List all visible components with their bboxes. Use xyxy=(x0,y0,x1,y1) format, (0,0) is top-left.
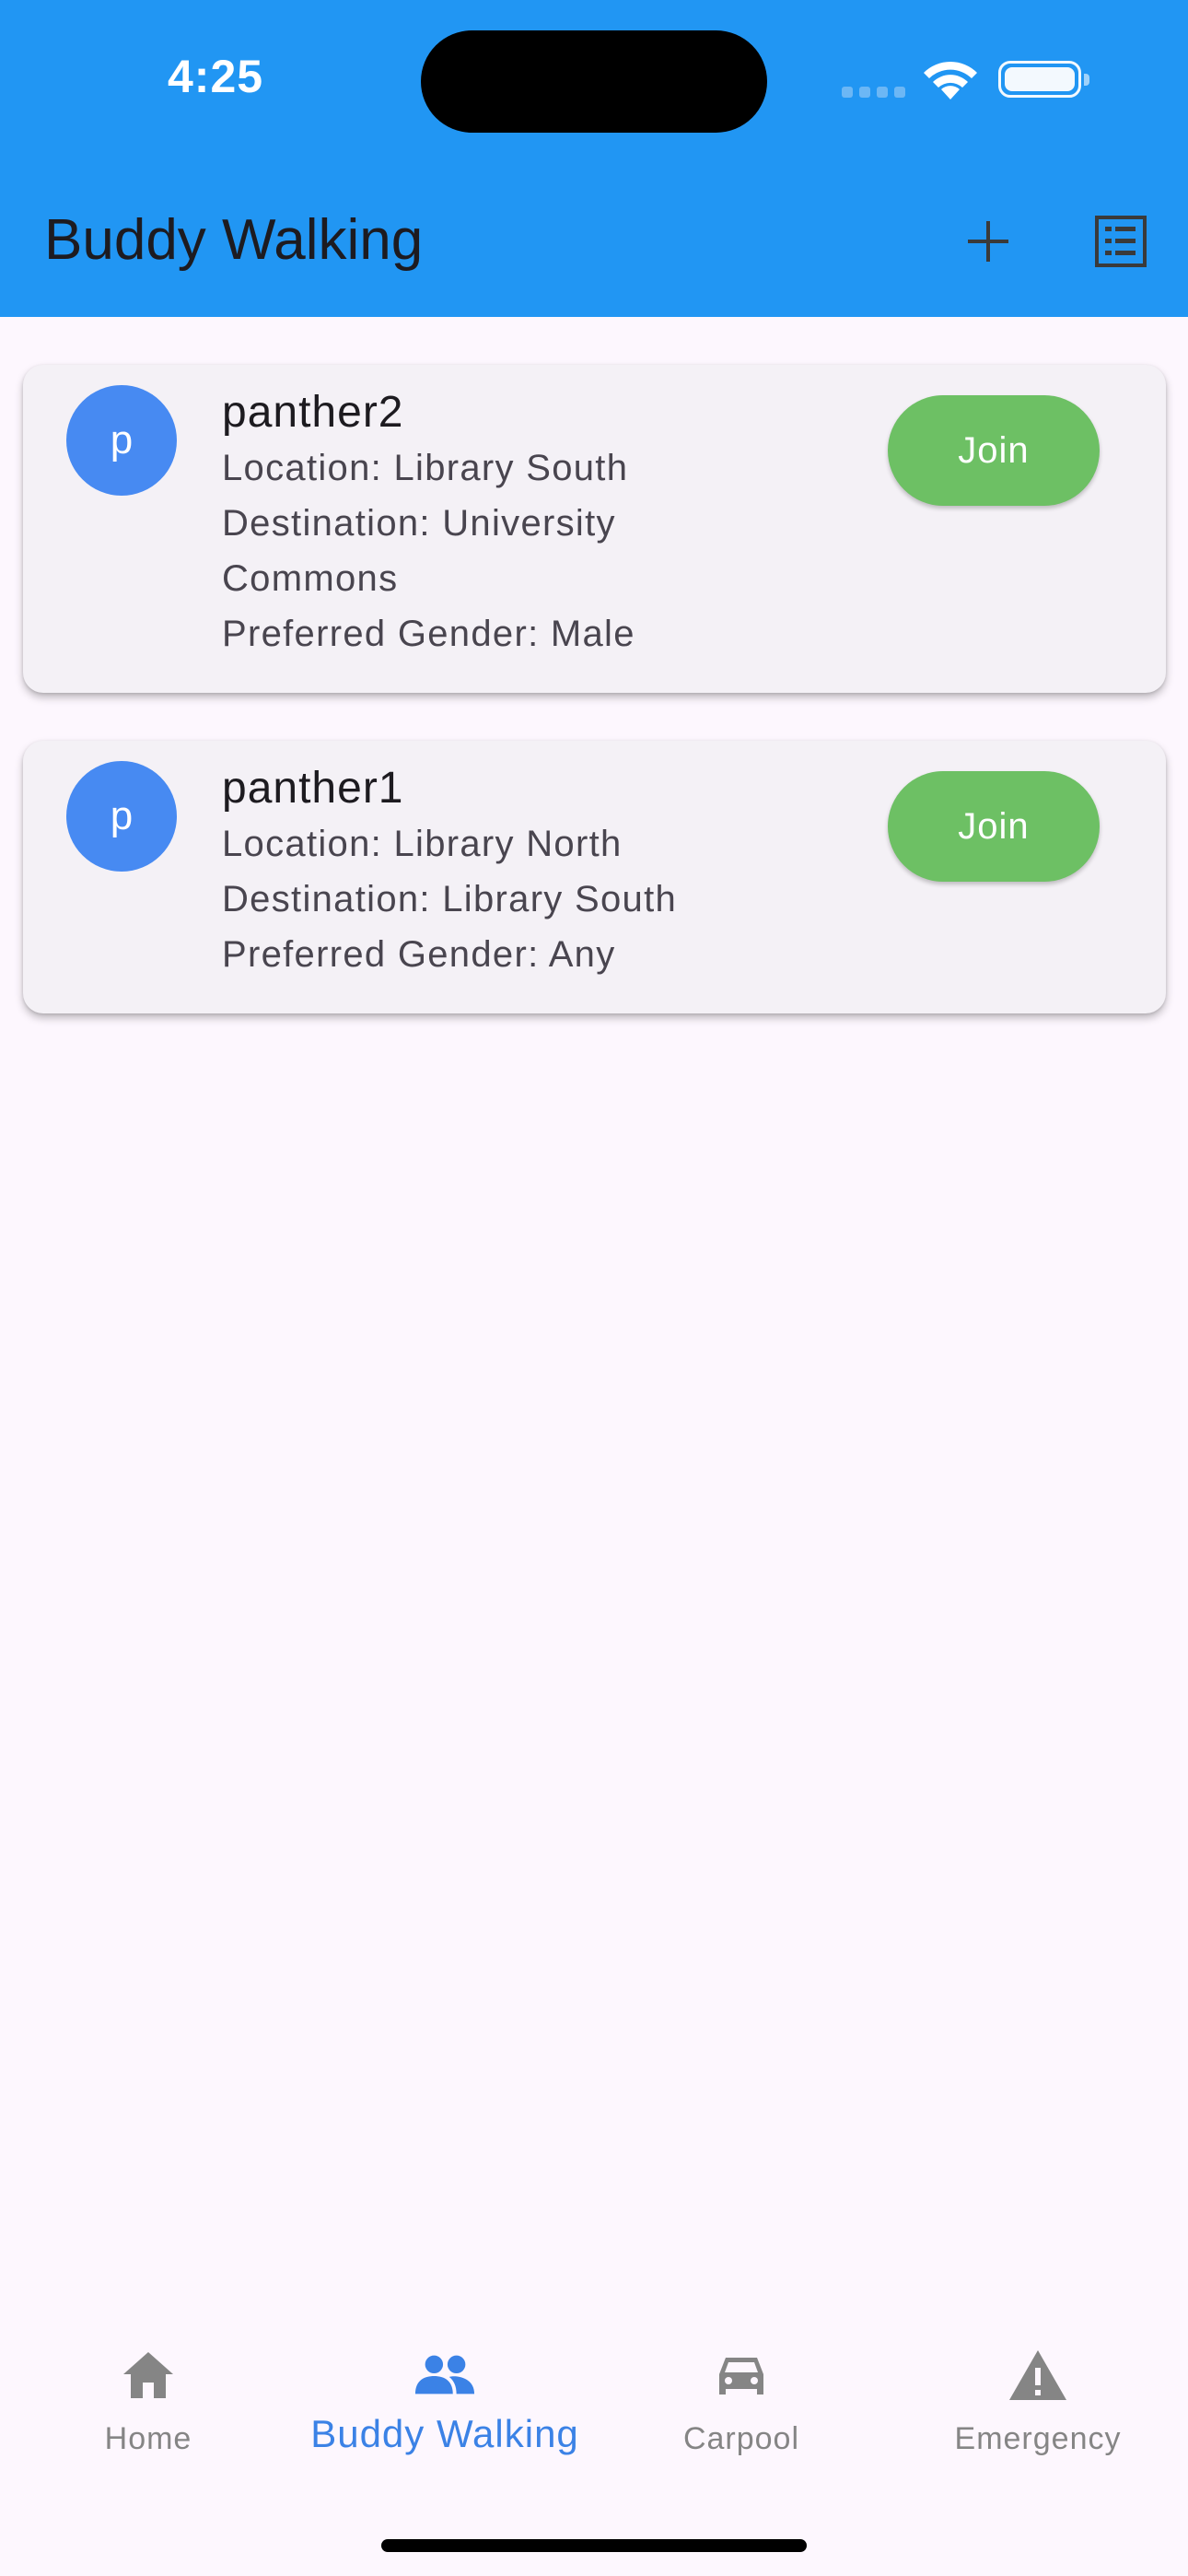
join-button[interactable]: Join xyxy=(888,771,1100,882)
nav-item-carpool[interactable]: Carpool xyxy=(593,2303,890,2469)
nav-label: Carpool xyxy=(682,2421,800,2456)
preferred-gender-text: Preferred Gender: Male xyxy=(222,614,635,654)
location-text: Location: Library North xyxy=(222,824,623,864)
destination-text: Destination: University Commons xyxy=(222,496,738,606)
destination-text: Destination: Library South xyxy=(222,879,678,919)
walk-info: panther1 Location: Library North Destina… xyxy=(222,761,738,982)
people-icon xyxy=(413,2344,476,2406)
preferred-gender-text: Preferred Gender: Any xyxy=(222,934,616,975)
walk-card: p panther1 Location: Library North Desti… xyxy=(23,741,1166,1013)
cellular-signal-icon xyxy=(842,87,906,98)
username: panther2 xyxy=(222,388,404,437)
nav-label: Buddy Walking xyxy=(310,2412,579,2455)
warning-icon xyxy=(1007,2344,1069,2406)
bottom-nav: Home Buddy Walking Carpool Emergency xyxy=(0,2303,1188,2469)
list-view-button[interactable] xyxy=(1079,205,1162,278)
page-title: Buddy Walking xyxy=(44,208,424,272)
car-icon xyxy=(710,2344,773,2406)
join-button[interactable]: Join xyxy=(888,395,1100,506)
list-icon xyxy=(1095,216,1147,267)
location-text: Location: Library South xyxy=(222,448,629,488)
status-time: 4:25 xyxy=(168,51,264,102)
username: panther1 xyxy=(222,764,404,813)
walk-card: p panther2 Location: Library South Desti… xyxy=(23,365,1166,693)
destination-line: Destination: University xyxy=(222,503,616,544)
app-bar: 4:25 Buddy Walking xyxy=(0,0,1188,317)
nav-label: Home xyxy=(104,2421,192,2456)
avatar: p xyxy=(66,385,177,496)
walk-info: panther2 Location: Library South Destina… xyxy=(222,385,738,662)
add-icon xyxy=(968,221,1008,262)
home-indicator[interactable] xyxy=(381,2539,807,2552)
wifi-icon xyxy=(924,61,977,100)
avatar: p xyxy=(66,761,177,872)
dynamic-island xyxy=(421,30,767,133)
destination-line: Commons xyxy=(222,558,399,599)
battery-icon xyxy=(998,61,1089,98)
add-walk-button[interactable] xyxy=(947,205,1030,278)
nav-label: Emergency xyxy=(954,2421,1122,2456)
nav-item-home[interactable]: Home xyxy=(0,2303,297,2469)
home-icon xyxy=(117,2344,180,2406)
nav-item-emergency[interactable]: Emergency xyxy=(890,2303,1186,2469)
nav-item-buddy-walking[interactable]: Buddy Walking xyxy=(297,2303,593,2469)
